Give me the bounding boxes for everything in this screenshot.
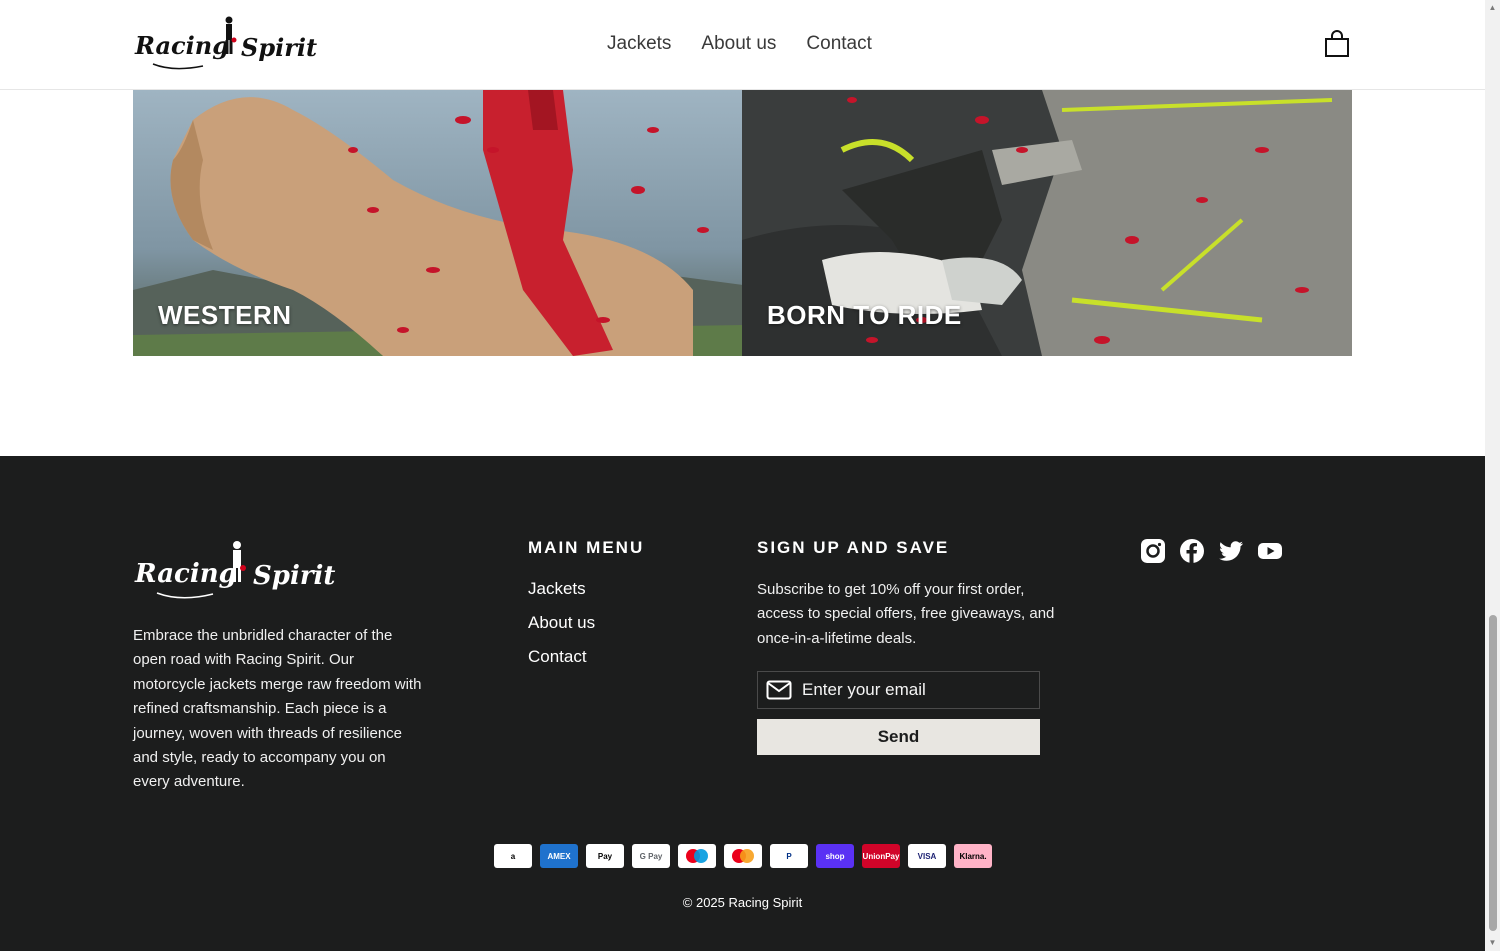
payment-label: G Pay <box>639 851 663 861</box>
footer-description: Embrace the unbridled character of the o… <box>133 627 422 791</box>
footer-link-about-us[interactable]: About us <box>528 612 595 634</box>
payment-label: shop <box>825 851 845 861</box>
payment-label: AMEX <box>547 851 571 861</box>
scroll-up-arrow-icon[interactable]: ▲ <box>1488 3 1497 12</box>
union-pay-payment-icon: UnionPay <box>862 844 900 868</box>
nav-jackets[interactable]: Jackets <box>607 33 671 55</box>
nav-about-us[interactable]: About us <box>701 33 776 55</box>
svg-text:Spirit: Spirit <box>241 33 317 62</box>
nav-contact[interactable]: Contact <box>806 33 871 55</box>
mastercard-payment-icon <box>724 844 762 868</box>
mail-icon <box>766 680 792 700</box>
svg-text:Racing: Racing <box>134 559 237 589</box>
social-links <box>1140 538 1283 564</box>
scroll-down-arrow-icon[interactable]: ▼ <box>1488 938 1497 947</box>
facebook-icon[interactable] <box>1179 538 1205 564</box>
instagram-icon[interactable] <box>1140 538 1166 564</box>
payment-label: VISA <box>917 851 937 861</box>
shop-pay-payment-icon: shop <box>816 844 854 868</box>
scrollbar-thumb[interactable] <box>1489 615 1497 931</box>
apple-pay-payment-icon: Pay <box>586 844 624 868</box>
payment-label: Klarna. <box>959 851 987 861</box>
footer-link-contact[interactable]: Contact <box>528 646 595 668</box>
collection-title: BORN TO RIDE <box>767 300 962 330</box>
footer-link-jackets[interactable]: Jackets <box>528 578 595 600</box>
google-pay-payment-icon: G Pay <box>632 844 670 868</box>
racing-spirit-logo[interactable]: Racing Spirit <box>133 14 333 74</box>
email-input[interactable] <box>802 672 1032 708</box>
main-nav: Jackets About us Contact <box>607 33 872 55</box>
main-menu-heading: MAIN MENU <box>528 538 645 557</box>
shopping-bag-icon[interactable] <box>1324 30 1350 58</box>
klarna-payment-icon: Klarna. <box>954 844 992 868</box>
american-express-payment-icon: AMEX <box>540 844 578 868</box>
svg-text:Spirit: Spirit <box>253 561 335 591</box>
racing-spirit-footer-logo[interactable]: Racing Spirit <box>133 538 359 604</box>
send-button[interactable]: Send <box>757 719 1040 755</box>
page: Racing Spirit Jackets About us Contact W… <box>0 0 1500 951</box>
collection-born-to-ride[interactable]: BORN TO RIDE <box>742 90 1352 356</box>
signup-text: Subscribe to get 10% off your first orde… <box>757 581 1055 647</box>
youtube-icon[interactable] <box>1257 538 1283 564</box>
site-header: Racing Spirit Jackets About us Contact <box>0 0 1485 90</box>
payment-label: UnionPay <box>862 851 900 861</box>
collection-title: WESTERN <box>158 300 292 330</box>
twitter-icon[interactable] <box>1218 538 1244 564</box>
site-footer: Racing Spirit Embrace the unbridled char… <box>0 456 1485 951</box>
maestro-payment-icon <box>678 844 716 868</box>
email-field[interactable] <box>757 671 1040 709</box>
payment-label: P <box>786 851 792 861</box>
svg-text:Racing: Racing <box>134 31 229 60</box>
amazon-payment-icon: a <box>494 844 532 868</box>
copyright-text: © 2025 Racing Spirit <box>682 895 803 910</box>
payment-label: a <box>510 851 516 861</box>
footer-menu: Jackets About us Contact <box>528 578 595 668</box>
collection-western[interactable]: WESTERN <box>133 90 743 356</box>
visa-payment-icon: VISA <box>908 844 946 868</box>
signup-heading: SIGN UP AND SAVE <box>757 538 950 557</box>
payment-label: Pay <box>597 851 613 861</box>
scrollbar[interactable]: ▲ ▼ <box>1485 0 1500 951</box>
paypal-payment-icon: P <box>770 844 808 868</box>
payment-methods: a AMEX Pay G Pay Pshop UnionPay VISA Klarna. <box>494 844 992 868</box>
